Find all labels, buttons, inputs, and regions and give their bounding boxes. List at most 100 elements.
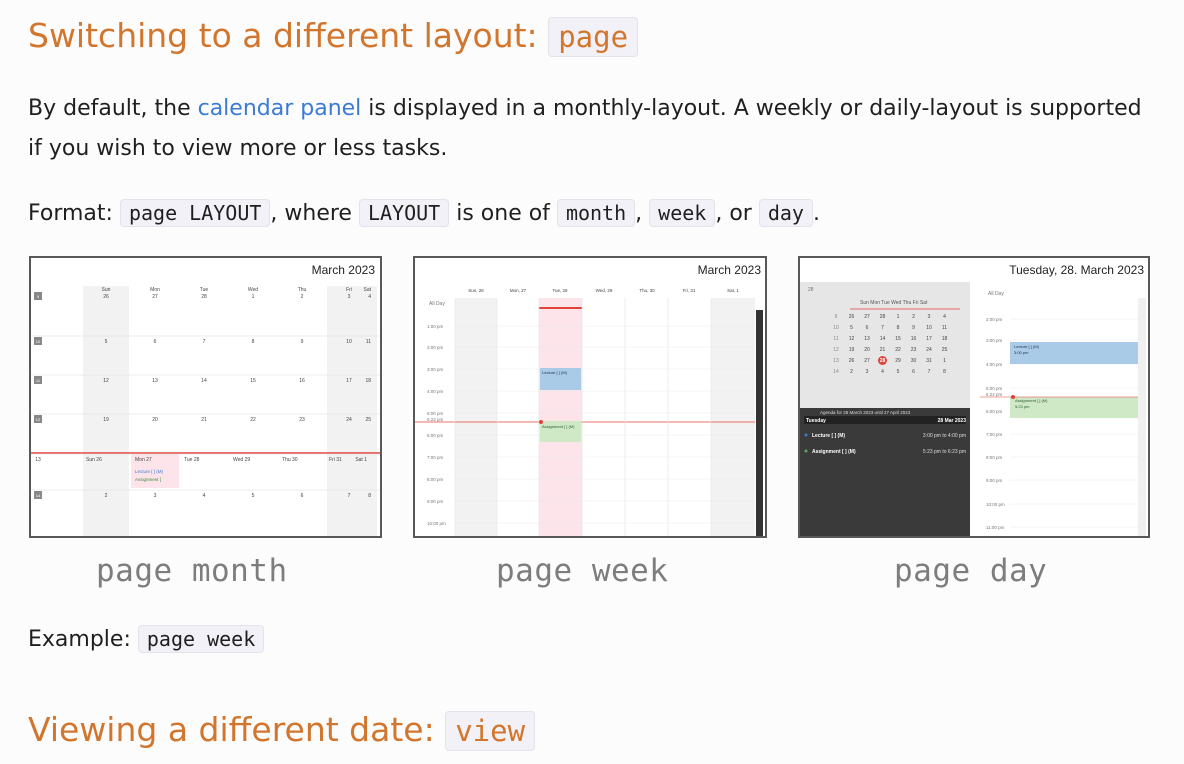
month-day-number[interactable]: 14 bbox=[201, 378, 207, 384]
month-day-number[interactable]: 9 bbox=[301, 339, 304, 345]
month-day-number[interactable]: 26 bbox=[103, 294, 109, 300]
mini-day[interactable]: 11 bbox=[942, 325, 947, 331]
month-day-number[interactable]: 2 bbox=[105, 493, 108, 499]
month-day-number[interactable]: 22 bbox=[250, 417, 256, 423]
agenda-item-lecture[interactable]: Lecture [ ] (M) bbox=[812, 433, 845, 439]
mini-day[interactable]: 25 bbox=[942, 347, 948, 353]
mini-day[interactable]: 21 bbox=[880, 347, 886, 353]
mini-day[interactable]: 22 bbox=[895, 347, 901, 353]
calendar-panel-link[interactable]: calendar panel bbox=[198, 96, 362, 121]
mini-day[interactable]: 6 bbox=[866, 325, 869, 331]
month-day-number[interactable]: 23 bbox=[299, 417, 305, 423]
mini-week-number: 14 bbox=[833, 369, 839, 375]
mini-day[interactable]: 15 bbox=[895, 336, 901, 342]
mini-day[interactable]: 3 bbox=[866, 369, 869, 375]
week-scrollbar[interactable] bbox=[756, 310, 763, 536]
mini-day[interactable]: 20 bbox=[864, 347, 870, 353]
heading-code: view bbox=[445, 711, 536, 751]
month-day-number[interactable]: 6 bbox=[301, 493, 304, 499]
mini-day[interactable]: 5 bbox=[897, 369, 900, 375]
mini-day[interactable]: 4 bbox=[943, 314, 946, 320]
month-day-number[interactable]: 25 bbox=[365, 417, 371, 423]
mini-day[interactable]: 7 bbox=[881, 325, 884, 331]
mini-day[interactable]: 28 bbox=[880, 314, 886, 320]
mini-day[interactable]: 10 bbox=[926, 325, 932, 331]
mini-day[interactable]: 23 bbox=[911, 347, 917, 353]
mini-day[interactable]: 27 bbox=[864, 358, 870, 364]
month-day-number[interactable]: 7 bbox=[348, 493, 351, 499]
month-day-number[interactable]: 18 bbox=[365, 378, 371, 384]
week-day-header[interactable]: Fri, 31 bbox=[683, 288, 696, 293]
mini-day[interactable]: 7 bbox=[928, 369, 931, 375]
mini-day[interactable]: 24 bbox=[926, 347, 932, 353]
month-day-number[interactable]: 20 bbox=[152, 417, 158, 423]
month-day-number[interactable]: 27 bbox=[152, 294, 158, 300]
month-day-number[interactable]: 28 bbox=[201, 294, 207, 300]
month-day-number[interactable]: Thu 30 bbox=[282, 457, 298, 463]
mini-day[interactable]: 2 bbox=[912, 314, 915, 320]
mini-day[interactable]: 3 bbox=[928, 314, 931, 320]
month-weekday-label: Thu bbox=[298, 287, 307, 293]
month-day-number[interactable]: 12 bbox=[103, 378, 109, 384]
week-day-header[interactable]: Sat, 1 bbox=[727, 288, 739, 293]
week-day-header[interactable]: Thu, 30 bbox=[639, 288, 655, 293]
month-day-number[interactable]: 17 bbox=[346, 378, 352, 384]
month-day-number[interactable]: 2 bbox=[301, 294, 304, 300]
month-day-number[interactable]: 19 bbox=[103, 417, 109, 423]
month-day-number[interactable]: 5 bbox=[105, 339, 108, 345]
mini-day[interactable]: 18 bbox=[942, 336, 948, 342]
month-day-number[interactable]: 4 bbox=[368, 294, 371, 300]
month-day-number[interactable]: 6 bbox=[154, 339, 157, 345]
mini-day[interactable]: 13 bbox=[864, 336, 870, 342]
month-day-number[interactable]: 16 bbox=[299, 378, 305, 384]
mini-day[interactable]: 28 bbox=[880, 358, 886, 364]
month-day-number[interactable]: 5 bbox=[252, 493, 255, 499]
mini-day[interactable]: 5 bbox=[850, 325, 853, 331]
month-day-number[interactable]: 21 bbox=[201, 417, 207, 423]
mini-day[interactable]: 1 bbox=[897, 314, 900, 320]
month-day-number[interactable]: 4 bbox=[203, 493, 206, 499]
mini-day[interactable]: 9 bbox=[912, 325, 915, 331]
day-scrollbar[interactable] bbox=[1138, 298, 1146, 536]
week-day-header[interactable]: Sun, 26 bbox=[468, 288, 484, 293]
mini-day[interactable]: 4 bbox=[881, 369, 884, 375]
month-day-number[interactable]: 13 bbox=[152, 378, 158, 384]
agenda-item-assignment[interactable]: Assignment [ ] (M) bbox=[812, 449, 856, 455]
mini-day[interactable]: 31 bbox=[926, 358, 932, 364]
mini-day[interactable]: 16 bbox=[911, 336, 917, 342]
month-day-number[interactable]: 11 bbox=[366, 339, 371, 345]
month-day-number[interactable]: Tue 28 bbox=[184, 457, 200, 463]
week-day-header[interactable]: Mon, 27 bbox=[510, 288, 527, 293]
month-day-number[interactable]: Wed 29 bbox=[233, 457, 250, 463]
month-day-number[interactable]: 8 bbox=[368, 493, 371, 499]
month-day-number[interactable]: Sat 1 bbox=[355, 457, 367, 463]
mini-day[interactable]: 27 bbox=[864, 314, 870, 320]
month-day-number[interactable]: 8 bbox=[252, 339, 255, 345]
mini-day[interactable]: 19 bbox=[849, 347, 855, 353]
mini-day[interactable]: 8 bbox=[943, 369, 946, 375]
mini-day[interactable]: 30 bbox=[911, 358, 917, 364]
mini-day[interactable]: 17 bbox=[926, 336, 932, 342]
month-day-number[interactable]: 3 bbox=[154, 493, 157, 499]
week-day-header[interactable]: Tue, 28 bbox=[552, 288, 568, 293]
mini-day[interactable]: 12 bbox=[849, 336, 855, 342]
month-day-number[interactable]: 3 bbox=[348, 294, 351, 300]
mini-day[interactable]: 2 bbox=[850, 369, 853, 375]
mini-day[interactable]: 1 bbox=[943, 358, 946, 364]
month-day-number[interactable]: 7 bbox=[203, 339, 206, 345]
mini-day[interactable]: 26 bbox=[849, 358, 855, 364]
month-day-number[interactable]: 15 bbox=[250, 378, 256, 384]
mini-day[interactable]: 14 bbox=[880, 336, 886, 342]
mini-day[interactable]: 29 bbox=[895, 358, 901, 364]
week-day-header[interactable]: Wed, 29 bbox=[596, 288, 613, 293]
month-day-number[interactable]: 1 bbox=[252, 294, 255, 300]
mini-day[interactable]: 8 bbox=[897, 325, 900, 331]
month-day-number[interactable]: 24 bbox=[346, 417, 352, 423]
month-day-number[interactable]: Mon 27 bbox=[135, 457, 152, 463]
month-day-number[interactable]: Sun 26 bbox=[86, 457, 102, 463]
month-day-number[interactable]: 10 bbox=[346, 339, 352, 345]
mini-day[interactable]: 26 bbox=[849, 314, 855, 320]
month-day-number[interactable]: Fri 31 bbox=[329, 457, 342, 463]
agenda-dot-lecture bbox=[804, 433, 808, 437]
mini-day[interactable]: 6 bbox=[912, 369, 915, 375]
